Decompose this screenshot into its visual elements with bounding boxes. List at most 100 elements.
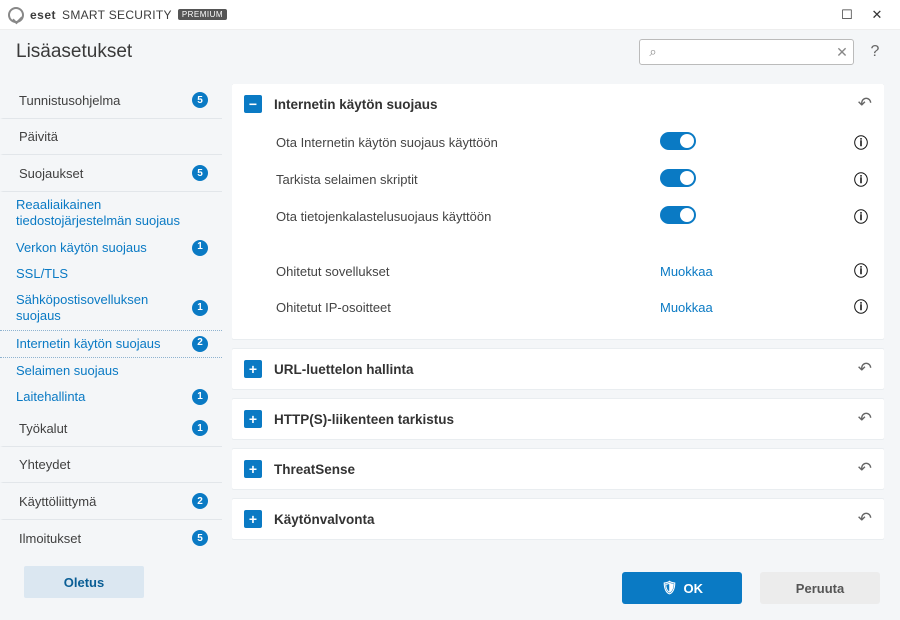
sidebar-item[interactable]: Reaaliaikainen tiedostojärjestelmän suoj… xyxy=(0,192,222,235)
panel-header[interactable]: + Käytönvalvonta ↶ xyxy=(232,499,884,539)
panel-title: Käytönvalvonta xyxy=(274,512,846,527)
sidebar-item-label: Selaimen suojaus xyxy=(16,363,208,379)
setting-label: Ota tietojenkalastelusuojaus käyttöön xyxy=(276,209,660,224)
panel-header[interactable]: − Internetin käytön suojaus ↶ xyxy=(232,84,884,124)
help-icon[interactable]: ? xyxy=(866,43,884,61)
defaults-button[interactable]: Oletus xyxy=(24,566,144,598)
sidebar-item[interactable]: Selaimen suojaus xyxy=(0,358,222,384)
sidebar-item-label: Internetin käytön suojaus xyxy=(16,336,184,352)
ok-button-label: OK xyxy=(684,581,704,596)
setting-row: Ohitetut sovelluksetMuokkaaⓘ xyxy=(276,253,872,289)
panel-title: HTTP(S)-liikenteen tarkistus xyxy=(274,412,846,427)
header: Lisäasetukset ⌕ ✕ ? xyxy=(0,30,900,74)
panel-title: ThreatSense xyxy=(274,462,846,477)
setting-row: Ota tietojenkalastelusuojaus käyttöön ⓘ xyxy=(276,198,872,235)
sidebar-item-label: Laitehallinta xyxy=(16,389,184,405)
toggle-switch[interactable] xyxy=(660,132,696,150)
sidebar-item[interactable]: Päivitä xyxy=(0,119,222,155)
info-icon[interactable]: ⓘ xyxy=(850,261,872,281)
window-maximize-icon[interactable]: ☐ xyxy=(832,5,862,25)
eset-logo-icon xyxy=(8,7,24,23)
sidebar-item[interactable]: Internetin käytön suojaus 2 xyxy=(0,330,222,358)
panel-collapsed: + Käytönvalvonta ↶ xyxy=(232,499,884,539)
sidebar-item[interactable]: Ilmoitukset 5 xyxy=(0,520,222,556)
setting-label: Ota Internetin käytön suojaus käyttöön xyxy=(276,135,660,150)
panel-header[interactable]: + HTTP(S)-liikenteen tarkistus ↶ xyxy=(232,399,884,439)
app-logo: eset SMART SECURITY PREMIUM xyxy=(8,7,227,23)
undo-icon[interactable]: ↶ xyxy=(858,359,872,379)
shield-icon: 🛡 xyxy=(661,580,678,596)
sidebar-item[interactable]: SSL/TLS xyxy=(0,261,222,287)
count-badge: 1 xyxy=(192,240,208,256)
undo-icon[interactable]: ↶ xyxy=(858,94,872,114)
sidebar-item-label: Käyttöliittymä xyxy=(19,494,184,509)
count-badge: 2 xyxy=(192,493,208,509)
sidebar-item-label: Työkalut xyxy=(19,421,184,436)
window-close-icon[interactable]: ✕ xyxy=(862,5,892,25)
setting-row: Ota Internetin käytön suojaus käyttöön ⓘ xyxy=(276,124,872,161)
panel-collapsed: + ThreatSense ↶ xyxy=(232,449,884,489)
search-input[interactable] xyxy=(666,45,831,59)
brand-eset: eset xyxy=(30,8,56,22)
search-icon: ⌕ xyxy=(640,44,666,60)
sidebar-item[interactable]: Laitehallinta 1 xyxy=(0,384,222,410)
expand-icon[interactable]: + xyxy=(244,360,262,378)
setting-label: Tarkista selaimen skriptit xyxy=(276,172,660,187)
ok-button[interactable]: 🛡 OK xyxy=(622,572,742,604)
sidebar-item-label: Reaaliaikainen tiedostojärjestelmän suoj… xyxy=(16,197,208,230)
count-badge: 5 xyxy=(192,92,208,108)
edit-link[interactable]: Muokkaa xyxy=(660,300,850,315)
sidebar: Tunnistusohjelma 5 Päivitä Suojaukset 5 Reaal… xyxy=(0,74,222,620)
cancel-button[interactable]: Peruuta xyxy=(760,572,880,604)
count-badge: 1 xyxy=(192,389,208,405)
expand-icon[interactable]: + xyxy=(244,410,262,428)
expand-icon[interactable]: + xyxy=(244,460,262,478)
setting-label: Ohitetut IP-osoitteet xyxy=(276,300,660,315)
setting-label: Ohitetut sovellukset xyxy=(276,264,660,279)
count-badge: 5 xyxy=(192,530,208,546)
toggle-switch[interactable] xyxy=(660,169,696,187)
sidebar-item[interactable]: Verkon käytön suojaus 1 xyxy=(0,235,222,261)
search-box[interactable]: ⌕ ✕ xyxy=(639,39,854,65)
info-icon[interactable]: ⓘ xyxy=(850,133,872,153)
sidebar-item[interactable]: Tunnistusohjelma 5 xyxy=(0,82,222,119)
panel-title: Internetin käytön suojaus xyxy=(274,97,846,112)
count-badge: 2 xyxy=(192,336,208,352)
sidebar-item-label: Yhteydet xyxy=(19,457,208,472)
main-content: − Internetin käytön suojaus ↶ Ota Intern… xyxy=(222,74,900,620)
product-name: SMART SECURITY xyxy=(62,8,172,22)
panel-header[interactable]: + ThreatSense ↶ xyxy=(232,449,884,489)
setting-row: Ohitetut IP-osoitteetMuokkaaⓘ xyxy=(276,289,872,325)
panel-collapsed: + URL-luettelon hallinta ↶ xyxy=(232,349,884,389)
count-badge: 1 xyxy=(192,300,208,316)
sidebar-item-label: Sähköpostisovelluksen suojaus xyxy=(16,292,184,325)
undo-icon[interactable]: ↶ xyxy=(858,509,872,529)
panel-title: URL-luettelon hallinta xyxy=(274,362,846,377)
undo-icon[interactable]: ↶ xyxy=(858,459,872,479)
panel-collapsed: + HTTP(S)-liikenteen tarkistus ↶ xyxy=(232,399,884,439)
page-title: Lisäasetukset xyxy=(16,41,132,63)
toggle-switch[interactable] xyxy=(660,206,696,224)
sidebar-item-label: Verkon käytön suojaus xyxy=(16,240,184,256)
collapse-icon[interactable]: − xyxy=(244,95,262,113)
sidebar-item[interactable]: Työkalut 1 xyxy=(0,410,222,447)
search-clear-icon[interactable]: ✕ xyxy=(831,44,853,61)
premium-badge: PREMIUM xyxy=(178,9,227,20)
sidebar-item-label: Suojaukset xyxy=(19,166,184,181)
sidebar-item[interactable]: Suojaukset 5 xyxy=(0,155,222,192)
panel-header[interactable]: + URL-luettelon hallinta ↶ xyxy=(232,349,884,389)
info-icon[interactable]: ⓘ xyxy=(850,207,872,227)
expand-icon[interactable]: + xyxy=(244,510,262,528)
undo-icon[interactable]: ↶ xyxy=(858,409,872,429)
sidebar-item[interactable]: Käyttöliittymä 2 xyxy=(0,483,222,520)
sidebar-item-label: Tunnistusohjelma xyxy=(19,93,184,108)
info-icon[interactable]: ⓘ xyxy=(850,297,872,317)
sidebar-item[interactable]: Yhteydet xyxy=(0,447,222,483)
sidebar-item-label: Ilmoitukset xyxy=(19,531,184,546)
count-badge: 5 xyxy=(192,165,208,181)
sidebar-item[interactable]: Sähköpostisovelluksen suojaus 1 xyxy=(0,287,222,330)
info-icon[interactable]: ⓘ xyxy=(850,170,872,190)
count-badge: 1 xyxy=(192,420,208,436)
panel-internet-protection: − Internetin käytön suojaus ↶ Ota Intern… xyxy=(232,84,884,339)
edit-link[interactable]: Muokkaa xyxy=(660,264,850,279)
